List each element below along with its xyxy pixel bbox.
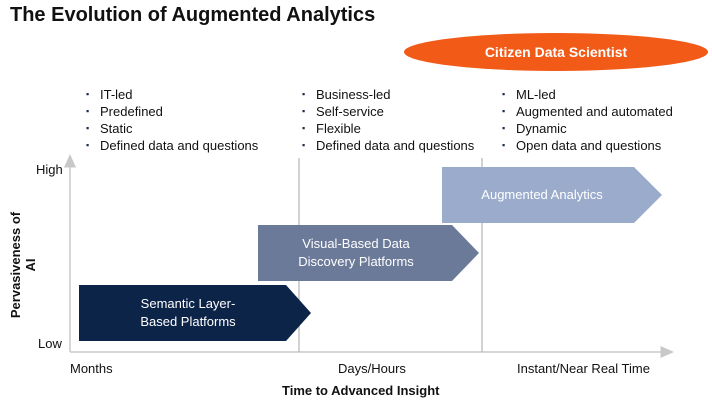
x-tick-instant: Instant/Near Real Time — [517, 361, 650, 376]
x-tick-days-hours: Days/Hours — [338, 361, 406, 376]
x-tick-months: Months — [70, 361, 113, 376]
y-axis-low: Low — [38, 336, 62, 351]
y-axis-high: High — [36, 162, 63, 177]
stage-label-1: Semantic Layer- Based Platforms — [140, 296, 236, 329]
y-axis-label: Pervasiveness of AI — [8, 211, 38, 319]
x-axis-label: Time to Advanced Insight — [282, 383, 440, 398]
stage-label-3: Augmented Analytics — [481, 187, 603, 202]
stage-label-2: Visual-Based Data Discovery Platforms — [298, 236, 414, 269]
